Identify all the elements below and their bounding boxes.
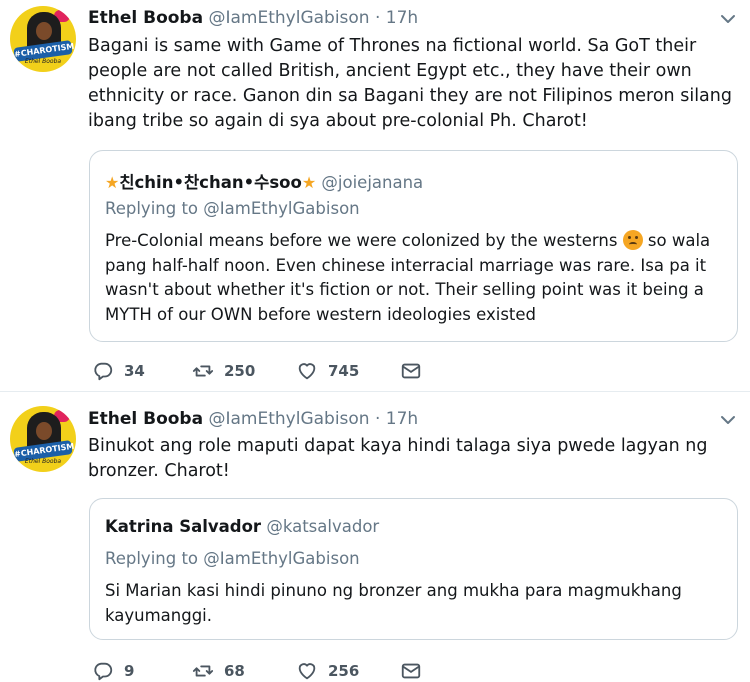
like-button[interactable]: 256 — [296, 660, 359, 682]
dm-button[interactable] — [400, 360, 422, 382]
header-separator: · — [374, 409, 381, 429]
avatar-subtext: Ethel Booba — [24, 458, 62, 465]
tweet-header: Ethel Booba @IamEthylGabison · 17h — [88, 7, 418, 29]
retweet-count: 250 — [224, 362, 256, 380]
reply-button[interactable]: 9 — [92, 660, 134, 682]
quoted-tweet-header: Katrina Salvador @katsalvador — [105, 517, 379, 536]
reply-button[interactable]: 34 — [92, 360, 145, 382]
retweet-button[interactable]: 68 — [192, 660, 245, 682]
quoted-author-handle[interactable]: @katsalvador — [266, 517, 379, 536]
author-name[interactable]: Ethel Booba — [88, 8, 203, 28]
avatar[interactable]: #CHAROTISM Ethel Booba — [10, 6, 76, 72]
tweet-text: Bagani is same with Game of Thrones na f… — [88, 36, 732, 131]
avatar-subtext: Ethel Booba — [24, 58, 62, 65]
avatar-face-shape — [36, 422, 52, 440]
header-separator: · — [374, 8, 381, 28]
quoted-tweet[interactable]: Katrina Salvador @katsalvador Replying t… — [89, 498, 738, 640]
avatar-face-shape — [36, 22, 52, 40]
reply-icon — [94, 362, 113, 381]
quoted-author-name[interactable]: 친chin•찬chan•수soo — [119, 173, 301, 192]
retweet-icon — [192, 365, 214, 377]
tweet-timestamp[interactable]: 17h — [386, 409, 418, 429]
heart-icon — [298, 663, 316, 680]
quoted-text-part1: Pre-Colonial means before we were coloni… — [105, 231, 623, 250]
quoted-author-name[interactable]: Katrina Salvador — [105, 517, 261, 536]
tweet[interactable]: #CHAROTISM Ethel Booba Ethel Booba @IamE… — [0, 0, 750, 392]
tweet[interactable]: #CHAROTISM Ethel Booba Ethel Booba @IamE… — [0, 392, 750, 682]
like-count: 256 — [328, 662, 360, 680]
retweet-icon — [192, 665, 214, 677]
reply-count: 34 — [124, 362, 145, 380]
quoted-tweet[interactable]: ★친chin•찬chan•수soo★ @joiejanana Replying … — [89, 150, 738, 342]
reply-count: 9 — [124, 662, 135, 680]
envelope-icon — [401, 663, 421, 679]
heart-icon — [298, 363, 316, 380]
envelope-icon — [401, 363, 421, 379]
quoted-tweet-text: Si Marian kasi hindi pinuno ng bronzer a… — [105, 581, 682, 625]
author-name[interactable]: Ethel Booba — [88, 409, 203, 429]
quoted-author-handle[interactable]: @joiejanana — [321, 173, 423, 192]
retweet-button[interactable]: 250 — [192, 360, 255, 382]
retweet-count: 68 — [224, 662, 245, 680]
tweet-timestamp[interactable]: 17h — [386, 8, 418, 28]
reply-icon — [94, 662, 113, 681]
face-emoji-icon — [622, 230, 643, 250]
author-handle[interactable]: @IamEthylGabison — [208, 8, 369, 28]
quoted-tweet-header: ★친chin•찬chan•수soo★ @joiejanana — [105, 169, 423, 193]
replying-to[interactable]: Replying to @IamEthylGabison — [105, 199, 360, 218]
like-count: 745 — [328, 362, 360, 380]
replying-to[interactable]: Replying to @IamEthylGabison — [105, 549, 360, 568]
tweet-header: Ethel Booba @IamEthylGabison · 17h — [88, 408, 418, 430]
tweet-text: Binukot ang role maputi dapat kaya hindi… — [88, 436, 708, 481]
quoted-tweet-text: Pre-Colonial means before we were coloni… — [105, 229, 715, 327]
star-icon: ★ — [301, 173, 317, 192]
chevron-down-icon[interactable] — [718, 410, 738, 430]
star-icon: ★ — [105, 173, 120, 192]
dm-button[interactable] — [400, 660, 422, 682]
like-button[interactable]: 745 — [296, 360, 359, 382]
chevron-down-icon[interactable] — [718, 9, 738, 29]
author-handle[interactable]: @IamEthylGabison — [208, 409, 369, 429]
avatar[interactable]: #CHAROTISM Ethel Booba — [10, 406, 76, 472]
